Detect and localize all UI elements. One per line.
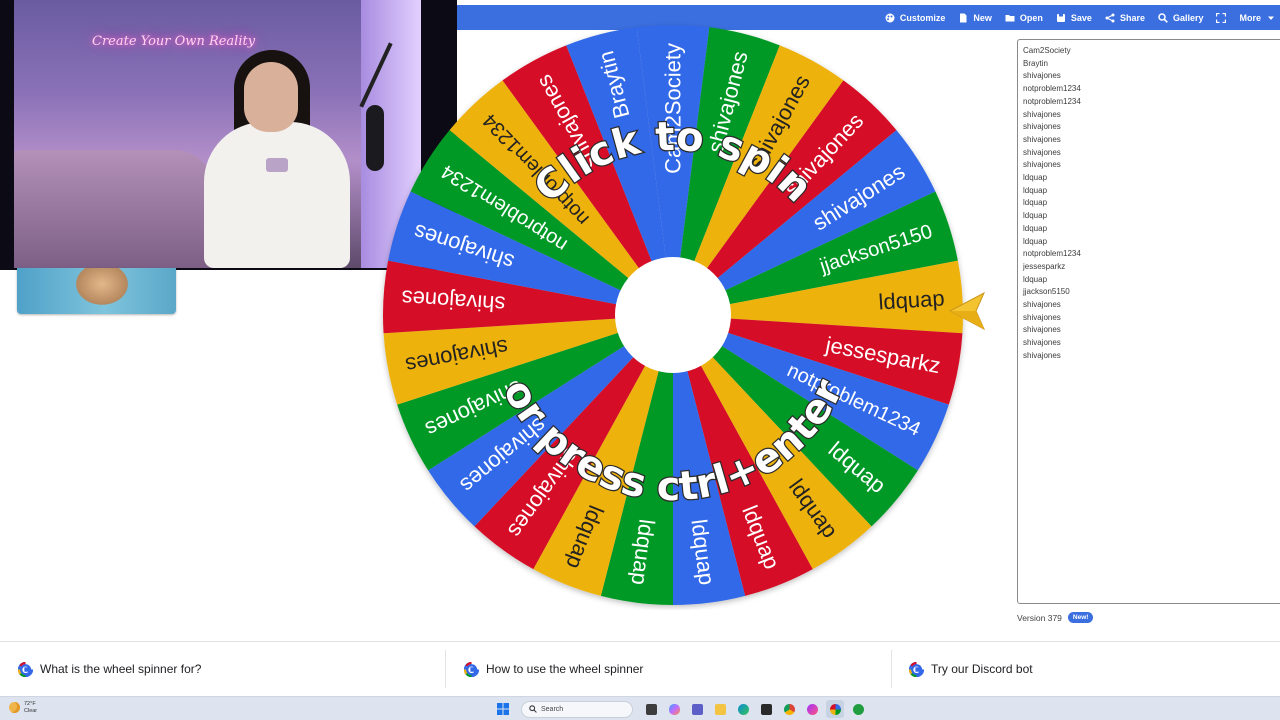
toolbar-gallery-button[interactable]: Gallery bbox=[1158, 12, 1204, 23]
faq-discord-bot[interactable]: Try our Discord bot bbox=[901, 650, 1280, 688]
entry-line: shivajones bbox=[1023, 71, 1061, 81]
faq-label: How to use the wheel spinner bbox=[486, 662, 644, 676]
toolbar-label: New bbox=[973, 12, 992, 23]
person-head bbox=[244, 62, 298, 132]
toolbar-more-button[interactable]: More bbox=[1239, 13, 1276, 23]
entry-line: ldquap bbox=[1023, 211, 1048, 221]
weather-widget[interactable]: 72°F Clear bbox=[9, 701, 37, 714]
toolbar-open-button[interactable]: Open bbox=[1005, 13, 1043, 23]
faq-wheel-purpose[interactable]: What is the wheel spinner for? bbox=[10, 650, 446, 688]
wheel-graphic[interactable]: Cam2Society shivajonesshivajonesshivajone… bbox=[378, 20, 968, 610]
faq-label: Try our Discord bot bbox=[931, 662, 1033, 676]
entry-line: shivajones bbox=[1023, 300, 1061, 310]
faq-label: What is the wheel spinner for? bbox=[40, 662, 202, 676]
teams-icon[interactable] bbox=[688, 700, 706, 718]
spin-wheel[interactable]: Cam2Society shivajones shivajones shivajone… bbox=[378, 20, 968, 610]
faq-divider bbox=[0, 641, 1280, 642]
wheel-logo-icon bbox=[909, 661, 924, 677]
entry-line: shivajones bbox=[1023, 134, 1061, 144]
messenger-icon[interactable] bbox=[803, 700, 821, 718]
entry-line: ldquap bbox=[1023, 173, 1048, 183]
toolbar-fullscreen-button[interactable] bbox=[1216, 12, 1227, 23]
entry-line: ldquap bbox=[1023, 223, 1048, 233]
bed bbox=[14, 150, 214, 268]
entry-line: Cam2Society bbox=[1023, 46, 1071, 55]
folder-open-icon bbox=[1005, 13, 1015, 23]
wheel-pointer-icon bbox=[948, 291, 986, 331]
faq-how-to-use[interactable]: How to use the wheel spinner bbox=[456, 650, 892, 688]
edge-icon[interactable] bbox=[734, 700, 752, 718]
entry-line: shivajones bbox=[1023, 325, 1061, 335]
entry-line: jjackson5150 bbox=[1023, 287, 1070, 297]
chrome-icon[interactable] bbox=[780, 700, 798, 718]
file-explorer-icon[interactable] bbox=[711, 700, 729, 718]
search-icon bbox=[529, 705, 537, 713]
webcam-feed: Create Your Own Reality bbox=[14, 0, 421, 268]
entry-line: ldquap bbox=[1023, 185, 1048, 195]
windows-start-icon[interactable] bbox=[494, 700, 512, 718]
entry-line: ldquap bbox=[1023, 198, 1048, 208]
xbox-icon[interactable] bbox=[849, 700, 867, 718]
neon-sign: Create Your Own Reality bbox=[92, 34, 256, 49]
entry-line: ldquap bbox=[1023, 274, 1048, 284]
moon-icon bbox=[9, 702, 20, 713]
save-icon bbox=[1056, 13, 1066, 23]
version-label: Version 379 bbox=[1017, 612, 1062, 623]
entries-textarea[interactable]: Cam2Society Braytin shivajones notproblem12… bbox=[1017, 39, 1280, 604]
entry-line: shivajones bbox=[1023, 160, 1061, 170]
entry-line: ldquap bbox=[1023, 236, 1048, 246]
entry-line: shivajones bbox=[1023, 312, 1061, 322]
windows-taskbar: 72°F Clear Search bbox=[0, 696, 1280, 720]
wheel-app-icon[interactable] bbox=[826, 700, 844, 718]
copilot-icon[interactable] bbox=[665, 700, 683, 718]
version-info: Version 379 New! bbox=[1017, 612, 1094, 623]
wheel-logo-icon bbox=[18, 661, 33, 677]
entry-line: notproblem1234 bbox=[1023, 249, 1081, 259]
fullscreen-icon bbox=[1216, 12, 1227, 23]
wheel-logo-icon bbox=[464, 661, 479, 677]
toolbar-label: Gallery bbox=[1172, 12, 1204, 23]
wheel-hub[interactable] bbox=[615, 257, 731, 373]
new-badge[interactable]: New! bbox=[1067, 612, 1094, 623]
entry-line: shivajones bbox=[1023, 122, 1061, 132]
entry-line: shivajones bbox=[1023, 147, 1061, 157]
search-icon bbox=[1158, 12, 1168, 23]
entry-line: shivajones bbox=[1023, 338, 1061, 348]
toolbar-label: Open bbox=[1019, 12, 1043, 23]
share-icon bbox=[1105, 13, 1115, 23]
weather-condition: Clear bbox=[24, 707, 38, 714]
entries-list: Cam2Society Braytin shivajones notproblem12… bbox=[1023, 45, 1279, 363]
toolbar-label: More bbox=[1239, 12, 1261, 23]
entry-line: jessesparkz bbox=[1023, 261, 1066, 271]
task-view-icon[interactable] bbox=[642, 700, 660, 718]
dog-image bbox=[72, 268, 132, 308]
entry-line: notproblem1234 bbox=[1023, 84, 1081, 94]
wheel-segment-label: ldquap bbox=[878, 285, 946, 314]
dog-image-thumbnail bbox=[17, 268, 176, 314]
toolbar-label: Share bbox=[1119, 12, 1145, 23]
entry-line: Braytin bbox=[1023, 58, 1048, 68]
phone bbox=[266, 158, 288, 172]
taskbar-apps: Search bbox=[494, 700, 867, 718]
entry-line: shivajones bbox=[1023, 109, 1061, 119]
caret-down-icon bbox=[1266, 13, 1276, 23]
entry-line: notproblem1234 bbox=[1023, 96, 1081, 106]
taskbar-search[interactable]: Search bbox=[521, 700, 633, 718]
toolbar-save-button[interactable]: Save bbox=[1056, 13, 1092, 23]
toolbar-label: Save bbox=[1070, 12, 1092, 23]
toolbar-share-button[interactable]: Share bbox=[1105, 13, 1145, 23]
entry-line: shivajones bbox=[1023, 350, 1061, 360]
taskbar-search-placeholder: Search bbox=[541, 705, 564, 713]
store-icon[interactable] bbox=[757, 700, 775, 718]
person-body bbox=[204, 122, 350, 268]
